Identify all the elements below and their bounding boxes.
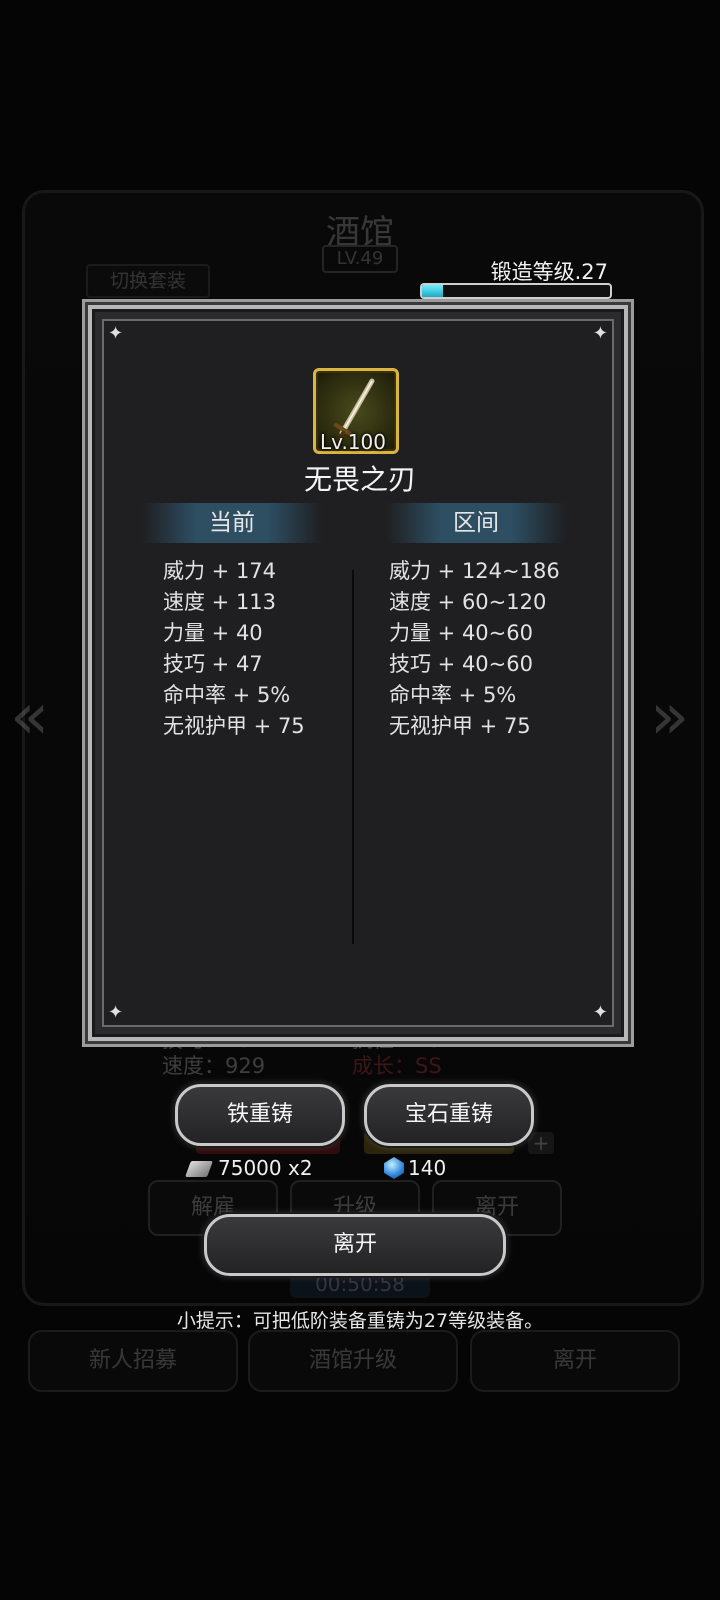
item-name: 无畏之刃 [303,463,416,496]
current-stat: 命中率 + 5% [163,683,291,707]
range-column-header: 区间 [386,503,566,543]
range-stat: 威力 + 124~186 [389,559,560,583]
range-stat: 无视护甲 + 75 [389,714,531,738]
bg-stat-growth: 成长：SS [352,1054,442,1078]
tip-text: 小提示：可把低阶装备重铸为27等级装备。 [176,1310,544,1332]
tavern-level: LV.49 [322,245,398,273]
switch-set-button: 切换套装 [86,264,210,298]
corner-star-icon: ✦ [108,1002,124,1023]
corner-star-icon: ✦ [592,323,608,344]
column-divider [352,570,354,944]
forge-progress-fill [422,285,443,297]
plus-icon: + [528,1132,554,1154]
range-stat: 力量 + 40~60 [389,621,533,645]
bg-tavern-upgrade-button: 酒馆升级 [248,1330,458,1392]
current-stat: 力量 + 40 [163,621,263,645]
range-stats-list: 威力 + 124~186 速度 + 60~120 力量 + 40~60 技巧 +… [389,556,560,742]
corner-star-icon: ✦ [108,323,124,344]
iron-cost-value: 75000 x2 [218,1156,313,1180]
current-stat: 威力 + 174 [163,559,277,583]
leave-button[interactable]: 离开 [204,1214,506,1276]
bg-stat-speed: 速度：929 [162,1054,266,1078]
iron-ingot-icon [185,1161,213,1177]
forge-progress-bar [420,283,612,299]
bg-recruit-button: 新人招募 [28,1330,238,1392]
current-stats-list: 威力 + 174 速度 + 113 力量 + 40 技巧 + 47 命中率 + … [163,556,305,742]
forge-level-label: 锻造等级.27 [490,260,608,284]
item-level: Lv.100 [320,430,386,454]
gem-icon [384,1157,404,1179]
next-arrow-icon[interactable]: » [650,680,689,754]
gem-cost: 140 [384,1154,446,1182]
current-column-header: 当前 [142,503,322,543]
range-stat: 命中率 + 5% [389,683,517,707]
iron-reforge-button[interactable]: 铁重铸 [175,1084,345,1146]
prev-arrow-icon[interactable]: « [10,680,49,754]
current-stat: 无视护甲 + 75 [163,714,305,738]
iron-cost: 75000 x2 [185,1154,313,1182]
range-stat: 速度 + 60~120 [389,590,547,614]
corner-star-icon: ✦ [592,1002,608,1023]
current-stat: 技巧 + 47 [163,652,263,676]
bg-exit-button: 离开 [470,1330,680,1392]
gem-cost-value: 140 [408,1156,447,1180]
range-stat: 技巧 + 40~60 [389,652,533,676]
gem-reforge-button[interactable]: 宝石重铸 [364,1084,534,1146]
current-stat: 速度 + 113 [163,590,277,614]
